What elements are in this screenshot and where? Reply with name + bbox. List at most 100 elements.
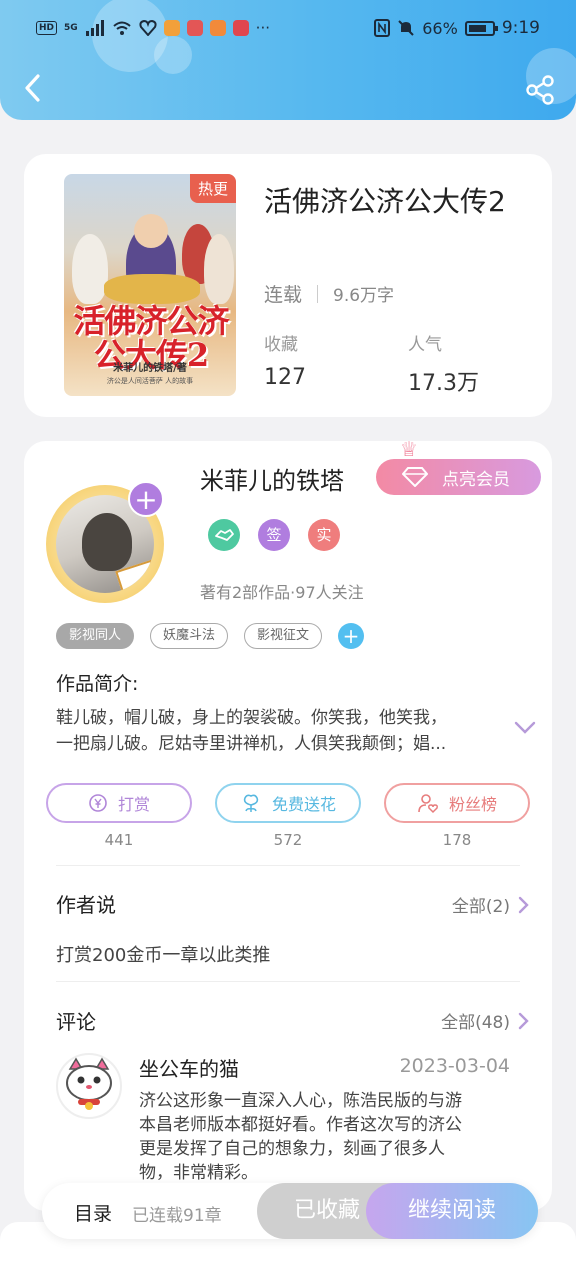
- book-info-card: 热更 活佛济公济公大传2 米菲儿的铁塔/著 济公是人间活菩萨 人的故事 活佛济公…: [24, 154, 552, 417]
- meta-divider: [317, 284, 319, 303]
- hot-tag: 热更: [189, 174, 236, 203]
- signal-icon: [85, 20, 104, 36]
- book-cover[interactable]: 热更 活佛济公济公大传2 米菲儿的铁塔/著 济公是人间活菩萨 人的故事: [64, 174, 236, 396]
- hd-indicator: HD: [36, 21, 58, 35]
- tip-count: 441: [104, 831, 134, 849]
- chapter-count[interactable]: 已连载91章: [132, 1201, 222, 1226]
- comment-text[interactable]: 济公这形象一直深入人心，陈浩民版的与游 本昌老师版本都挺好看。作者这次写的济公 …: [139, 1089, 499, 1185]
- vip-button[interactable]: 点亮会员: [376, 459, 541, 495]
- intro-line: 一把扇儿破。尼姑寺里讲禅机，人俱笑我颠倒；娼...: [56, 734, 447, 754]
- free-flower-button[interactable]: 免费送花: [215, 783, 361, 823]
- author-stats: 著有2部作品·97人关注: [200, 583, 364, 602]
- back-icon[interactable]: [18, 70, 48, 106]
- tag-item[interactable]: 妖魔斗法: [150, 623, 229, 649]
- comments-title: 评论: [56, 1010, 96, 1034]
- author-says-more[interactable]: 全部(2): [452, 892, 530, 917]
- tip-button[interactable]: 打赏: [46, 783, 192, 823]
- intro-title: 作品简介:: [56, 673, 139, 695]
- tag-item[interactable]: 影视同人: [56, 623, 135, 649]
- fan-icon: [418, 794, 438, 814]
- author-name[interactable]: 米菲儿的铁塔: [200, 461, 344, 496]
- serial-status: 连载: [264, 284, 303, 306]
- fans-rank-button[interactable]: 粉丝榜: [384, 783, 530, 823]
- stat-value: 17.3万: [408, 371, 479, 396]
- heart-link-icon: [139, 20, 157, 36]
- bottom-action-bar: 目录 已连载91章 已收藏 继续阅读: [42, 1183, 538, 1239]
- avatar-figure: [82, 513, 132, 571]
- divider: [56, 865, 520, 866]
- battery-icon: [464, 20, 498, 36]
- author-says-more-label: 全部(2): [451, 897, 510, 917]
- comment-date: 2023-03-04: [399, 1055, 510, 1077]
- comments-more[interactable]: 全部(48): [441, 1008, 530, 1033]
- flower-count: 572: [273, 831, 303, 849]
- intro-text[interactable]: 鞋儿破，帽儿破，身上的袈裟破。你笑我，他笑我， 一把扇儿破。尼姑寺里讲禅机，人俱…: [56, 705, 486, 757]
- intro-line: 鞋儿破，帽儿破，身上的袈裟破。你笑我，他笑我，: [56, 708, 447, 728]
- author-detail-card: + 米菲儿的铁塔 ♕ 点亮会员 签 实 著有2部作品·97人关注 影视同人 妖魔…: [24, 441, 552, 1211]
- status-bar: HD 5G ··· 66% 9:19: [36, 14, 540, 42]
- top-header: HD 5G ··· 66% 9:19: [0, 0, 576, 120]
- tag-item[interactable]: 影视征文: [244, 623, 323, 649]
- notes-app-icon: [209, 20, 226, 36]
- crown-icon: ♕: [400, 441, 418, 461]
- stat-value: 127: [264, 365, 306, 390]
- follow-author-button[interactable]: +: [128, 481, 164, 517]
- share-icon[interactable]: [524, 74, 556, 106]
- author-says-text: 打赏200金币一章以此类推: [56, 945, 271, 966]
- cat-avatar-icon: [66, 1057, 112, 1110]
- flower-action: 免费送花 572: [215, 783, 361, 849]
- cover-author: 米菲儿的铁塔/著: [113, 363, 187, 374]
- cover-figure: [134, 214, 168, 248]
- author-badges: 签 实: [208, 519, 340, 551]
- book-meta: 连载 9.6万字: [264, 280, 394, 307]
- divider: [56, 981, 520, 982]
- fans-count: 178: [442, 831, 472, 849]
- tip-label: 打赏: [117, 795, 150, 814]
- author-says-title: 作者说: [56, 893, 116, 917]
- coin-icon: [89, 794, 107, 812]
- tip-action: 打赏 441: [46, 783, 192, 849]
- flower-icon: [243, 794, 259, 812]
- handshake-glyph: [215, 529, 234, 541]
- fans-action: 粉丝榜 178: [384, 783, 530, 849]
- app-notification-icon: [232, 20, 249, 36]
- chevron-down-icon[interactable]: [514, 721, 536, 735]
- mute-icon: [398, 20, 414, 36]
- clock: 9:19: [501, 18, 540, 38]
- fans-rank-label: 粉丝榜: [448, 795, 497, 814]
- stat-label: 人气: [408, 335, 442, 355]
- add-tag-button[interactable]: +: [338, 623, 365, 649]
- cover-dragon: [104, 274, 200, 304]
- diamond-icon: [402, 467, 428, 487]
- sign-icon[interactable]: 签: [258, 519, 290, 551]
- reader-app-icon: [186, 20, 203, 36]
- network-5g-label: 5G: [64, 23, 78, 33]
- handshake-icon[interactable]: [208, 519, 240, 551]
- comment-line: 更是发挥了自己的想象力，刻画了很多人: [139, 1139, 445, 1159]
- verified-icon[interactable]: 实: [308, 519, 340, 551]
- battery-percent: 66%: [422, 18, 458, 38]
- continue-reading-button[interactable]: 继续阅读: [366, 1183, 538, 1239]
- free-flower-label: 免费送花: [271, 795, 336, 814]
- comment-user[interactable]: 坐公车的猫: [139, 1053, 239, 1082]
- more-notifications-icon: ···: [255, 19, 270, 37]
- stat-label: 收藏: [264, 335, 298, 355]
- stat-popularity: 人气 17.3万: [408, 330, 479, 397]
- toc-button[interactable]: 目录: [74, 1199, 112, 1226]
- cover-figure: [72, 234, 108, 304]
- comment-line: 济公这形象一直深入人心，陈浩民版的与游: [139, 1091, 462, 1111]
- comments-more-label: 全部(48): [441, 1013, 510, 1033]
- comment-line: 本昌老师版本都挺好看。作者这次写的济公: [139, 1115, 462, 1135]
- nfc-icon: [374, 19, 391, 37]
- stat-favorites: 收藏 127: [264, 330, 306, 390]
- vip-button-label: 点亮会员: [442, 469, 510, 490]
- wifi-icon: [113, 21, 131, 35]
- cover-subtitle: 济公是人间活菩萨 人的故事: [106, 377, 194, 385]
- comment-line: 物，非常精彩。: [139, 1163, 258, 1183]
- action-row: 打赏 441 免费送花 572 粉丝榜 178: [46, 783, 530, 849]
- chevron-right-icon: [518, 896, 529, 913]
- avatar[interactable]: [56, 1053, 122, 1119]
- cover-figure: [204, 234, 234, 304]
- weibo-app-icon: [163, 20, 180, 36]
- chevron-right-icon: [518, 1012, 529, 1029]
